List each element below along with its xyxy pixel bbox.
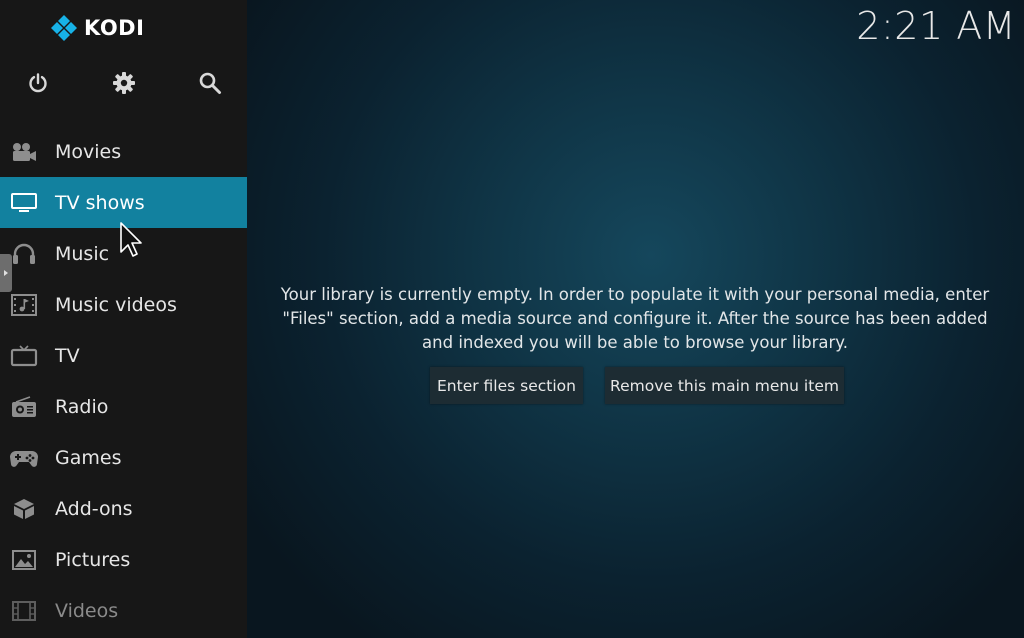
menu-item-label: Music videos	[55, 293, 177, 316]
menu-item-pictures[interactable]: Pictures	[0, 534, 247, 585]
side-panel-toggle[interactable]	[0, 254, 12, 292]
menu-item-music-videos[interactable]: Music videos	[0, 279, 247, 330]
main-menu: Movies TV shows Music Music videos TV Ra…	[0, 126, 247, 636]
main-content: 2:21 AM Your library is currently empty.…	[247, 0, 1024, 638]
enter-files-section-button[interactable]: Enter files section	[430, 367, 583, 404]
kodi-logo-icon	[51, 15, 77, 41]
menu-item-radio[interactable]: Radio	[0, 381, 247, 432]
empty-library-message: Your library is currently empty. In orde…	[265, 283, 1005, 355]
tv-icon	[9, 344, 39, 368]
kodi-logo[interactable]: KODI	[50, 12, 144, 44]
menu-item-movies[interactable]: Movies	[0, 126, 247, 177]
message-line: "Files" section, add a media source and …	[282, 309, 988, 328]
menu-item-label: Videos	[55, 599, 119, 622]
menu-item-tv-shows[interactable]: TV shows	[0, 177, 247, 228]
menu-item-label: TV shows	[55, 191, 145, 214]
menu-item-label: Music	[55, 242, 110, 265]
picture-icon	[9, 548, 39, 572]
menu-item-label: Pictures	[55, 548, 131, 571]
remove-main-menu-item-button[interactable]: Remove this main menu item	[605, 367, 844, 404]
addons-box-icon	[9, 497, 39, 521]
search-icon	[199, 72, 221, 94]
power-icon	[29, 73, 47, 93]
arrow-right-icon	[4, 270, 8, 276]
message-line: and indexed you will be able to browse y…	[422, 333, 848, 352]
film-strip-icon	[9, 599, 39, 623]
menu-item-music[interactable]: Music	[0, 228, 247, 279]
menu-item-tv[interactable]: TV	[0, 330, 247, 381]
menu-item-label: Add-ons	[55, 497, 133, 520]
menu-item-videos[interactable]: Videos	[0, 585, 247, 636]
settings-button[interactable]	[109, 68, 139, 98]
menu-item-label: Games	[55, 446, 122, 469]
kodi-logo-text: KODI	[84, 16, 145, 40]
menu-item-add-ons[interactable]: Add-ons	[0, 483, 247, 534]
search-button[interactable]	[195, 68, 225, 98]
menu-item-label: Radio	[55, 395, 109, 418]
power-button[interactable]	[23, 68, 53, 98]
clock: 2:21 AM	[856, 4, 1016, 48]
gear-icon	[113, 72, 135, 94]
menu-item-games[interactable]: Games	[0, 432, 247, 483]
headphones-icon	[9, 242, 39, 266]
monitor-icon	[9, 191, 39, 215]
menu-item-label: Movies	[55, 140, 122, 163]
menu-item-label: TV	[55, 344, 80, 367]
gamepad-icon	[9, 446, 39, 470]
kodi-app: KODI Movies TV shows Music Music videos …	[0, 0, 1024, 638]
sidebar: KODI Movies TV shows Music Music videos …	[0, 0, 247, 638]
message-line: Your library is currently empty. In orde…	[280, 285, 990, 304]
radio-icon	[9, 395, 39, 419]
movie-camera-icon	[9, 140, 39, 164]
music-video-icon	[9, 293, 39, 317]
